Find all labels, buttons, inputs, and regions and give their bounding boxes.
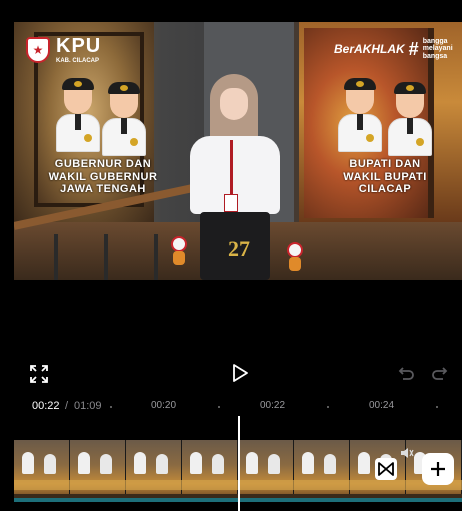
current-time: 00:22: [32, 400, 60, 412]
anniversary-number: 27: [228, 236, 250, 261]
caption-right: BUPATI DAN WAKIL BUPATI CILACAP: [343, 158, 427, 196]
playback-controls: [0, 355, 462, 391]
clip-thumbnail: [182, 440, 238, 502]
kpu-title: KPU: [56, 35, 102, 57]
mascot-icon: [284, 242, 306, 272]
berakhlak-logo: BerAKHLAK # bangga melayani bangsa: [334, 38, 462, 60]
official-figure-icon: [388, 82, 432, 156]
clip-thumbnail: [238, 440, 294, 502]
timeline-ruler: 00:22 / 01:09 00:20 00:22 00:24: [0, 396, 462, 416]
volume-icon[interactable]: [400, 446, 414, 460]
ruler-dot: [436, 406, 438, 408]
official-figure-icon: [102, 82, 146, 156]
transition-button[interactable]: [375, 458, 397, 480]
ruler-tick: 00:20: [151, 400, 177, 411]
kpu-subtitle: KAB. CILACAP: [56, 58, 99, 64]
caption-left: GUBERNUR DAN WAKIL GUBERNUR JAWA TENGAH: [48, 158, 158, 196]
ruler-dot: [110, 406, 112, 408]
plus-icon: [431, 462, 445, 476]
clip-thumbnail: [14, 440, 70, 502]
ruler-tick: 00:22: [260, 400, 286, 411]
undo-icon[interactable]: [396, 363, 416, 383]
berakhlak-title: BerAKHLAK: [334, 42, 405, 57]
hashtag-icon: #: [408, 38, 419, 59]
kpu-emblem-icon: ★: [26, 37, 50, 63]
clip-thumbnail: [294, 440, 350, 502]
railing-post: [104, 234, 108, 280]
official-figure-icon: [338, 78, 382, 152]
playhead[interactable]: [238, 416, 240, 511]
add-clip-button[interactable]: [422, 453, 454, 485]
official-figure-icon: [56, 78, 100, 152]
bowtie-icon: [378, 462, 394, 476]
fullscreen-icon[interactable]: [28, 363, 50, 385]
redo-icon[interactable]: [430, 363, 450, 383]
clip-thumbnail: [70, 440, 126, 502]
ruler-tick: 00:24: [369, 400, 395, 411]
play-icon[interactable]: [228, 361, 252, 385]
time-separator: /: [65, 400, 69, 412]
total-time: 01:09: [74, 400, 102, 412]
video-preview[interactable]: ★ KPU KAB. CILACAP BerAKHLAK # bangga me…: [14, 22, 462, 280]
ruler-dot: [218, 406, 220, 408]
railing-post: [154, 234, 158, 280]
mascot-icon: [168, 236, 190, 266]
bangga-text: bangga melayani bangsa: [422, 38, 453, 60]
status-bar: [0, 0, 462, 22]
railing-post: [54, 234, 58, 280]
kpu-logo: ★ KPU KAB. CILACAP: [26, 36, 101, 64]
ruler-dot: [327, 406, 329, 408]
clip-thumbnail: [126, 440, 182, 502]
